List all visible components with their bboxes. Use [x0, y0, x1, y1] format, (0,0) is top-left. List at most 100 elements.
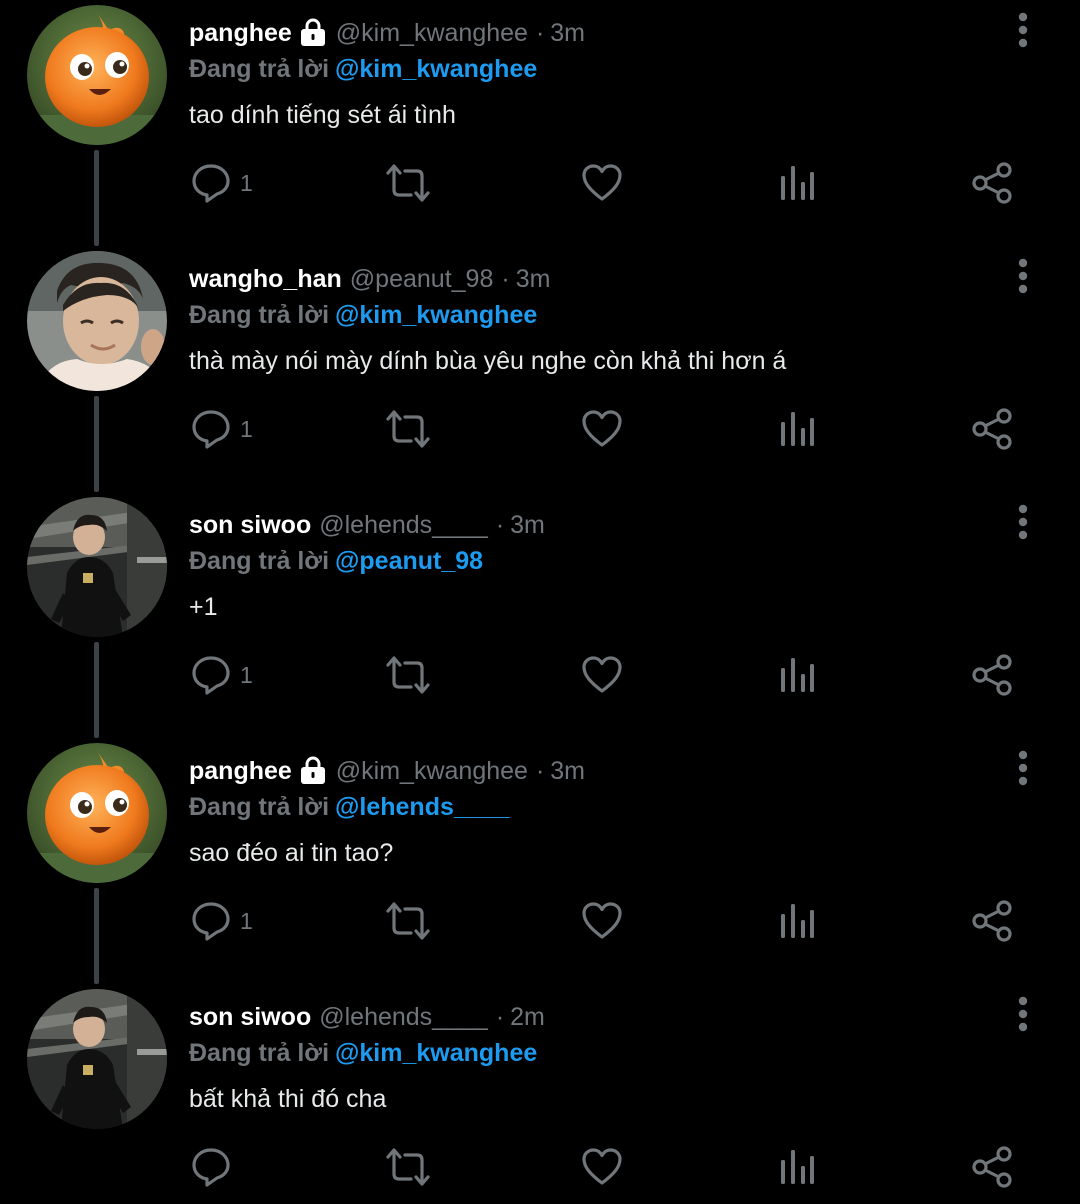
tweet-header: panghee @kim_kwanghee · 3m [189, 18, 585, 48]
replying-to-label: Đang trả lời [189, 1039, 330, 1067]
tweet-text: thà mày nói mày dính bùa yêu nghe còn kh… [189, 347, 787, 375]
retweet-icon [386, 656, 430, 694]
reply-mention-link[interactable]: @kim_kwanghee [335, 301, 537, 329]
replying-to-label: Đang trả lời [189, 301, 330, 329]
reply-button[interactable]: 1 [190, 406, 253, 452]
replying-to: Đang trả lời @peanut_98 [189, 546, 483, 576]
like-button[interactable] [580, 160, 624, 206]
display-name[interactable]: son siwoo [189, 510, 311, 540]
orange-creature-avatar [27, 5, 167, 145]
lock-icon [300, 18, 325, 46]
tweet[interactable]: wangho_han @peanut_98 · 3m Đang trả lời @… [0, 246, 1080, 492]
more-vertical-icon[interactable] [1008, 750, 1038, 786]
tweet-actions: 1 [0, 652, 1080, 698]
views-button[interactable] [778, 160, 816, 206]
views-icon [781, 1150, 814, 1184]
avatar[interactable] [27, 497, 167, 637]
tweet[interactable]: panghee @kim_kwanghee · 3m Đang trả lời @… [0, 0, 1080, 246]
display-name[interactable]: panghee [189, 18, 292, 48]
avatar[interactable] [27, 251, 167, 391]
retweet-button[interactable] [384, 652, 432, 698]
share-button[interactable] [970, 652, 1014, 698]
person-dark-photo-avatar [27, 497, 167, 637]
display-name[interactable]: son siwoo [189, 1002, 311, 1032]
replying-to: Đang trả lời @kim_kwanghee [189, 300, 537, 330]
reply-mention-link[interactable]: @kim_kwanghee [335, 55, 537, 83]
views-button[interactable] [778, 652, 816, 698]
tweet[interactable]: son siwoo @lehends____ · 2m Đang trả lời… [0, 984, 1080, 1204]
views-icon [781, 658, 814, 692]
retweet-button[interactable] [384, 160, 432, 206]
display-name[interactable]: panghee [189, 756, 292, 786]
like-button[interactable] [580, 898, 624, 944]
timestamp[interactable]: 3m [510, 510, 545, 540]
orange-creature-avatar [27, 743, 167, 883]
reply-mention-link[interactable]: @kim_kwanghee [335, 1039, 537, 1067]
reply-button[interactable]: 1 [190, 652, 253, 698]
lock-icon [300, 756, 325, 784]
retweet-button[interactable] [384, 898, 432, 944]
user-handle[interactable]: @kim_kwanghee [336, 756, 528, 786]
views-button[interactable] [778, 898, 816, 944]
timestamp[interactable]: 2m [510, 1002, 545, 1032]
like-button[interactable] [580, 406, 624, 452]
retweet-icon [386, 1148, 430, 1186]
share-button[interactable] [970, 898, 1014, 944]
separator-dot: · [501, 265, 510, 293]
separator-dot: · [535, 19, 545, 47]
user-handle[interactable]: @lehends____ [319, 510, 488, 540]
like-button[interactable] [580, 1144, 624, 1190]
heart-icon [582, 164, 622, 201]
person-dark-photo-avatar [27, 989, 167, 1129]
retweet-icon [386, 164, 430, 202]
tweet-header: son siwoo @lehends____ · 3m [189, 510, 545, 540]
user-handle[interactable]: @lehends____ [319, 1002, 488, 1032]
reply-mention-link[interactable]: @peanut_98 [335, 547, 483, 575]
retweet-icon [386, 902, 430, 940]
display-name[interactable]: wangho_han [189, 264, 342, 294]
timestamp[interactable]: 3m [550, 18, 585, 48]
views-button[interactable] [778, 406, 816, 452]
avatar[interactable] [27, 989, 167, 1129]
tweet[interactable]: panghee @kim_kwanghee · 3m Đang trả lời @… [0, 738, 1080, 984]
tweet[interactable]: son siwoo @lehends____ · 3m Đang trả lời… [0, 492, 1080, 738]
reply-icon [192, 656, 230, 695]
timestamp[interactable]: 3m [516, 264, 551, 294]
share-icon [972, 408, 1012, 450]
share-button[interactable] [970, 406, 1014, 452]
tweet-header: panghee @kim_kwanghee · 3m [189, 756, 585, 786]
share-button[interactable] [970, 1144, 1014, 1190]
replying-to: Đang trả lời @kim_kwanghee [189, 54, 537, 84]
retweet-button[interactable] [384, 406, 432, 452]
more-vertical-icon[interactable] [1008, 12, 1038, 48]
reply-thread: panghee @kim_kwanghee · 3m Đang trả lời @… [0, 0, 1080, 1204]
reply-count: 1 [240, 907, 253, 934]
reply-button[interactable]: 1 [190, 898, 253, 944]
more-vertical-icon[interactable] [1008, 996, 1038, 1032]
avatar[interactable] [27, 743, 167, 883]
replying-to-label: Đang trả lời [189, 55, 330, 83]
share-button[interactable] [970, 160, 1014, 206]
user-handle[interactable]: @kim_kwanghee [336, 18, 528, 48]
user-handle[interactable]: @peanut_98 [350, 264, 494, 294]
views-button[interactable] [778, 1144, 816, 1190]
reply-button[interactable] [190, 1144, 240, 1190]
share-icon [972, 654, 1012, 696]
person-photo-avatar [27, 251, 167, 391]
reply-button[interactable]: 1 [190, 160, 253, 206]
reply-mention-link[interactable]: @lehends____ [335, 793, 509, 821]
more-vertical-icon[interactable] [1008, 504, 1038, 540]
like-button[interactable] [580, 652, 624, 698]
replying-to-label: Đang trả lời [189, 793, 330, 821]
retweet-icon [386, 410, 430, 448]
replying-to: Đang trả lời @kim_kwanghee [189, 1038, 537, 1068]
more-vertical-icon[interactable] [1008, 258, 1038, 294]
retweet-button[interactable] [384, 1144, 432, 1190]
tweet-header: son siwoo @lehends____ · 2m [189, 1002, 545, 1032]
separator-dot: · [535, 757, 545, 785]
avatar[interactable] [27, 5, 167, 145]
views-icon [781, 166, 814, 200]
reply-icon [192, 410, 230, 449]
timestamp[interactable]: 3m [550, 756, 585, 786]
tweet-text: +1 [189, 593, 218, 621]
